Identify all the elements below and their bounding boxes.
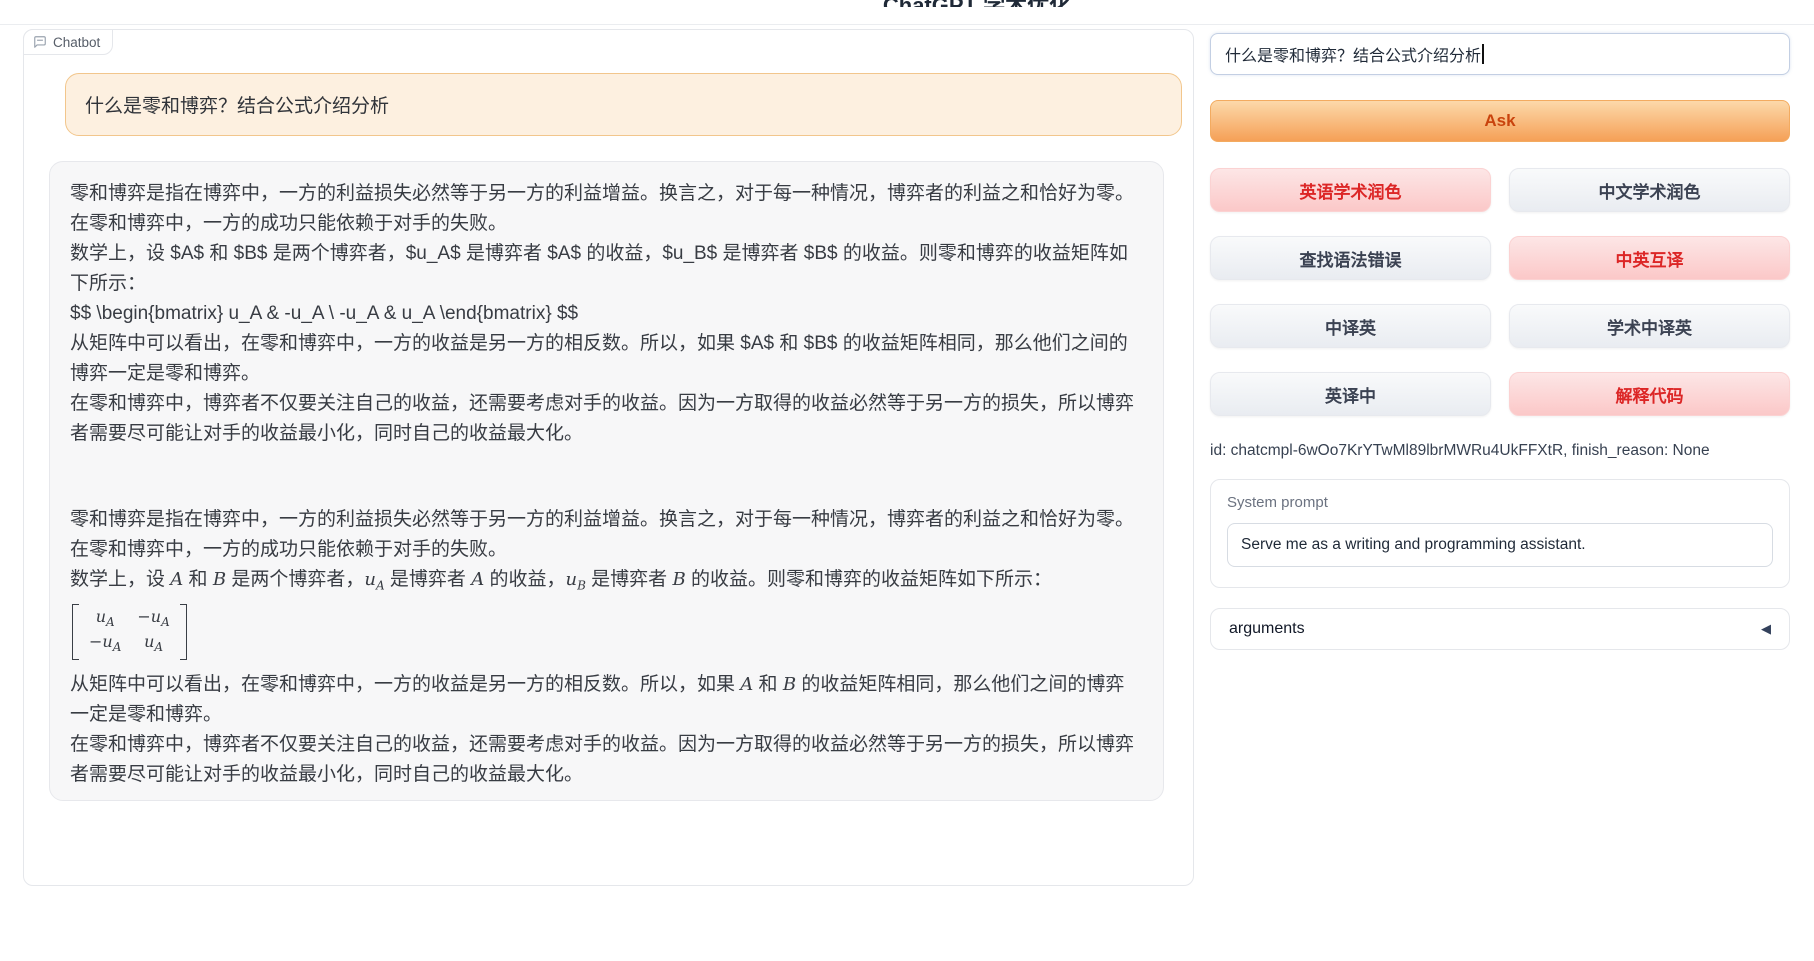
- bot-rendered-paragraph: 零和博弈是指在博弈中，一方的利益损失必然等于另一方的利益增益。换言之，对于每一种…: [70, 505, 1143, 565]
- quick-button-7[interactable]: 英译中: [1210, 372, 1491, 416]
- top-divider: [0, 24, 1814, 25]
- user-message-text: 什么是零和博弈？结合公式介绍分析: [85, 91, 389, 118]
- system-prompt-input[interactable]: Serve me as a writing and programming as…: [1227, 523, 1773, 567]
- quick-button-1[interactable]: 英语学术润色: [1210, 168, 1491, 212]
- collapse-arrow-icon: ◀: [1761, 621, 1771, 637]
- quick-button-8[interactable]: 解释代码: [1509, 372, 1790, 416]
- chatbot-panel: Chatbot 什么是零和博弈？结合公式介绍分析 零和博弈是指在博弈中，一方的利…: [23, 29, 1194, 886]
- bot-raw-paragraph: 从矩阵中可以看出，在零和博弈中，一方的收益是另一方的相反数。所以，如果 $A$ …: [70, 329, 1143, 389]
- bot-raw-paragraph: 数学上，设 $A$ 和 $B$ 是两个博弈者，$u_A$ 是博弈者 $A$ 的收…: [70, 239, 1143, 299]
- question-input[interactable]: 什么是零和博弈？结合公式介绍分析: [1210, 33, 1790, 75]
- quick-button-4[interactable]: 中英互译: [1509, 236, 1790, 280]
- chat-bubble-icon: [33, 35, 47, 49]
- chatbot-label: Chatbot: [53, 35, 100, 50]
- ask-button[interactable]: Ask: [1210, 100, 1790, 142]
- bot-rendered-paragraph: 从矩阵中可以看出，在零和博弈中，一方的收益是另一方的相反数。所以，如果 A 和 …: [70, 670, 1143, 730]
- page-title: ChatGPT 学术优化: [767, 0, 1187, 7]
- matrix-right-bracket: [180, 604, 187, 660]
- quick-button-5[interactable]: 中译英: [1210, 304, 1491, 348]
- question-input-value: 什么是零和博弈？结合公式介绍分析: [1225, 42, 1481, 66]
- status-line: id: chatcmpl-6wOo7KrYTwMl89lbrMWRu4UkFFX…: [1210, 442, 1790, 460]
- quick-button-3[interactable]: 查找语法错误: [1210, 236, 1491, 280]
- paragraph-gap: [70, 449, 1143, 505]
- bot-message-bubble: 零和博弈是指在博弈中，一方的利益损失必然等于另一方的利益增益。换言之，对于每一种…: [49, 161, 1164, 801]
- quick-button-2[interactable]: 中文学术润色: [1509, 168, 1790, 212]
- bot-rendered-paragraph: 在零和博弈中，博弈者不仅要关注自己的收益，还需要考虑对手的收益。因为一方取得的收…: [70, 730, 1143, 790]
- bot-raw-paragraph: 零和博弈是指在博弈中，一方的利益损失必然等于另一方的利益增益。换言之，对于每一种…: [70, 179, 1143, 239]
- arguments-label: arguments: [1229, 620, 1305, 638]
- control-column: 什么是零和博弈？结合公式介绍分析 Ask 英语学术润色中文学术润色查找语法错误中…: [1210, 33, 1790, 650]
- system-prompt-label: System prompt: [1227, 494, 1773, 511]
- payoff-matrix: uA−uA−uAuA: [72, 604, 187, 660]
- arguments-accordion[interactable]: arguments ◀: [1210, 608, 1790, 650]
- matrix-left-bracket: [72, 604, 79, 660]
- system-prompt-group: System prompt Serve me as a writing and …: [1210, 479, 1790, 588]
- bot-rendered-paragraph: 数学上，设 A 和 B 是两个博弈者，uA 是博弈者 A 的收益，uB 是博弈者…: [70, 565, 1143, 601]
- user-message-bubble: 什么是零和博弈？结合公式介绍分析: [65, 73, 1182, 136]
- text-caret: [1482, 44, 1484, 64]
- chatbot-label-chip: Chatbot: [23, 29, 113, 55]
- quick-action-grid: 英语学术润色中文学术润色查找语法错误中英互译中译英学术中译英英译中解释代码: [1210, 168, 1790, 416]
- quick-button-6[interactable]: 学术中译英: [1509, 304, 1790, 348]
- bot-raw-paragraph: 在零和博弈中，博弈者不仅要关注自己的收益，还需要考虑对手的收益。因为一方取得的收…: [70, 389, 1143, 449]
- bot-raw-latex: $$ \begin{bmatrix} u_A & -u_A \ -u_A & u…: [70, 299, 1143, 329]
